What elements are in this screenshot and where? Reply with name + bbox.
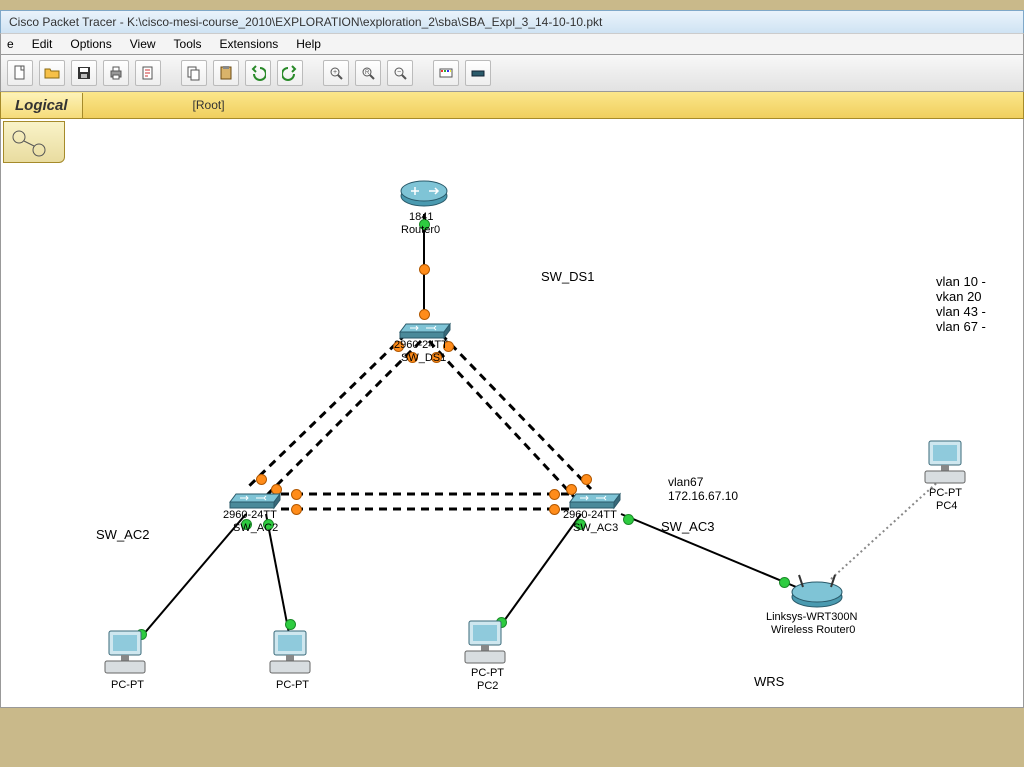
sw-ac2-text-label: SW_AC2	[96, 527, 149, 542]
root-label: [Root]	[193, 98, 225, 112]
router0-name-label: Router0	[401, 224, 440, 236]
zoom-reset-button[interactable]: R	[355, 60, 381, 86]
device-sw-ac3[interactable]	[566, 484, 622, 512]
menu-extensions[interactable]: Extensions	[220, 37, 279, 51]
menu-bar: e Edit Options View Tools Extensions Hel…	[0, 33, 1024, 55]
root-breadcrumb[interactable]: [Root]	[193, 98, 225, 112]
link-status-dot	[291, 504, 302, 515]
topology-links	[1, 119, 1023, 707]
logical-tab-label: Logical	[15, 97, 68, 114]
menu-tools[interactable]: Tools	[174, 37, 202, 51]
sw-ac2-name-label: SW_AC2	[233, 522, 278, 534]
sw-ds1-name-label: SW_DS1	[401, 352, 446, 364]
link-status-dot	[419, 264, 430, 275]
wrs-text-label: WRS	[754, 674, 784, 689]
save-button[interactable]	[71, 60, 97, 86]
custom-device-button[interactable]	[465, 60, 491, 86]
svg-text:+: +	[333, 69, 337, 76]
sw-ac3-model-label: 2960-24TT	[563, 509, 617, 521]
vlan67-note: vlan67 172.16.67.10	[666, 474, 740, 504]
device-pc1[interactable]	[266, 629, 316, 677]
pc4-name-label: PC4	[936, 500, 957, 512]
pc2-type-label: PC-PT	[471, 667, 504, 679]
vlan-list: vlan 10 - vkan 20 vlan 43 - vlan 67 -	[936, 274, 986, 334]
palette-button[interactable]	[433, 60, 459, 86]
paste-button[interactable]	[213, 60, 239, 86]
vlan-list-4: vlan 67 -	[936, 319, 986, 334]
device-sw-ds1[interactable]	[396, 314, 452, 342]
new-file-button[interactable]	[7, 60, 33, 86]
sw-ds1-model-label: 2960-24TT	[394, 339, 448, 351]
zoom-in-button[interactable]: +	[323, 60, 349, 86]
sw-ds1-text-label: SW_DS1	[541, 269, 594, 284]
menu-view[interactable]: View	[130, 37, 156, 51]
menu-help[interactable]: Help	[296, 37, 321, 51]
menu-file[interactable]: e	[7, 37, 14, 51]
zoom-out-button[interactable]: −	[387, 60, 413, 86]
sw-ac2-model-label: 2960-24TT	[223, 509, 277, 521]
open-file-button[interactable]	[39, 60, 65, 86]
menu-options[interactable]: Options	[70, 37, 111, 51]
device-pc4[interactable]	[921, 439, 971, 487]
view-bar: Logical [Root]	[0, 92, 1024, 119]
link-status-dot	[623, 514, 634, 525]
device-sw-ac2[interactable]	[226, 484, 282, 512]
svg-text:R: R	[365, 70, 370, 76]
link-status-dot	[291, 489, 302, 500]
workspace-canvas[interactable]: 1841 Router0 2960-24TT SW_DS1 SW_DS1	[1, 119, 1023, 707]
vlan-list-3: vlan 43 -	[936, 304, 986, 319]
wizard-button[interactable]	[135, 60, 161, 86]
window-titlebar: Cisco Packet Tracer - K:\cisco-mesi-cour…	[0, 10, 1024, 33]
router0-model-label: 1841	[409, 211, 433, 223]
pc4-type-label: PC-PT	[929, 487, 962, 499]
link-status-dot	[549, 504, 560, 515]
menu-edit[interactable]: Edit	[32, 37, 53, 51]
svg-text:−: −	[397, 69, 401, 76]
device-pc2[interactable]	[461, 619, 511, 667]
vlan67-line1: vlan67	[668, 475, 738, 489]
copy-button[interactable]	[181, 60, 207, 86]
window-title: Cisco Packet Tracer - K:\cisco-mesi-cour…	[9, 15, 602, 29]
workspace-container: 1841 Router0 2960-24TT SW_DS1 SW_DS1	[0, 119, 1024, 708]
vlan-list-1: vlan 10 -	[936, 274, 986, 289]
link-status-dot	[549, 489, 560, 500]
device-router0[interactable]	[399, 174, 449, 209]
vlan67-line2: 172.16.67.10	[668, 489, 738, 503]
toolbar: + R −	[0, 55, 1024, 92]
sw-ac3-text-label: SW_AC3	[661, 519, 714, 534]
wrouter-model-label: Linksys-WRT300N	[766, 611, 858, 623]
vlan-list-2: vkan 20	[936, 289, 986, 304]
sw-ac3-name-label: SW_AC3	[573, 522, 618, 534]
device-pc0[interactable]	[101, 629, 151, 677]
device-wireless-router0[interactable]	[789, 569, 845, 609]
pc0-label: PC-PT	[111, 679, 144, 691]
wrouter-name-label: Wireless Router0	[771, 624, 855, 636]
print-button[interactable]	[103, 60, 129, 86]
logical-tab[interactable]: Logical	[1, 93, 83, 118]
undo-button[interactable]	[245, 60, 271, 86]
redo-button[interactable]	[277, 60, 303, 86]
pc2-name-label: PC2	[477, 680, 498, 692]
pc1-label: PC-PT	[276, 679, 309, 691]
